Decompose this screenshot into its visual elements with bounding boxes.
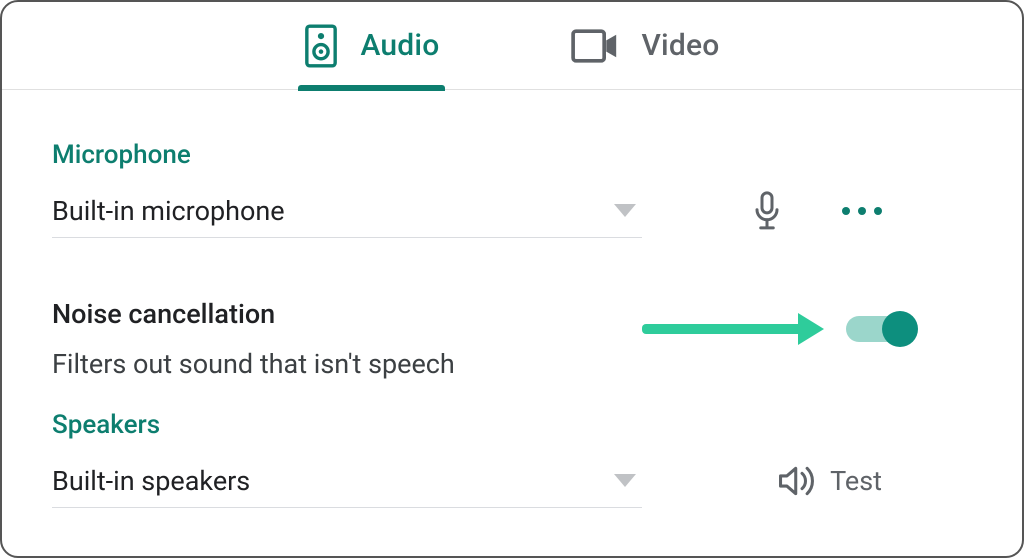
microphone-select-value: Built-in microphone	[52, 195, 285, 227]
speaker-box-icon	[304, 24, 338, 68]
noise-cancellation-row: Noise cancellation Filters out sound tha…	[52, 298, 972, 380]
tab-audio[interactable]: Audio	[298, 2, 445, 90]
tab-video[interactable]: Video	[565, 2, 725, 90]
annotation-arrow	[642, 324, 802, 334]
tab-audio-label: Audio	[360, 28, 439, 63]
microphone-section-title: Microphone	[52, 140, 972, 170]
noise-cancellation-toggle[interactable]	[846, 316, 912, 342]
speaker-output-icon[interactable]: Test	[778, 464, 882, 498]
tab-bar: Audio Video	[2, 2, 1022, 90]
test-speakers-label: Test	[830, 465, 882, 497]
speakers-section-title: Speakers	[52, 410, 972, 440]
microphone-icon[interactable]	[752, 191, 782, 231]
speakers-select[interactable]: Built-in speakers	[52, 454, 642, 508]
camera-icon	[571, 29, 619, 63]
chevron-down-icon	[614, 204, 636, 217]
noise-cancellation-description: Filters out sound that isn't speech	[52, 348, 642, 380]
speakers-row: Built-in speakers Test	[52, 454, 972, 508]
settings-dialog: Audio Video Microphone Built-in micropho…	[0, 0, 1024, 558]
microphone-row: Built-in microphone	[52, 184, 972, 238]
tab-video-label: Video	[641, 28, 719, 63]
noise-cancellation-title: Noise cancellation	[52, 298, 642, 330]
more-options-icon[interactable]	[842, 207, 882, 215]
microphone-select[interactable]: Built-in microphone	[52, 184, 642, 238]
settings-body: Microphone Built-in microphone	[2, 90, 1022, 508]
speakers-select-value: Built-in speakers	[52, 465, 250, 497]
chevron-down-icon	[614, 474, 636, 487]
toggle-knob	[882, 311, 918, 347]
